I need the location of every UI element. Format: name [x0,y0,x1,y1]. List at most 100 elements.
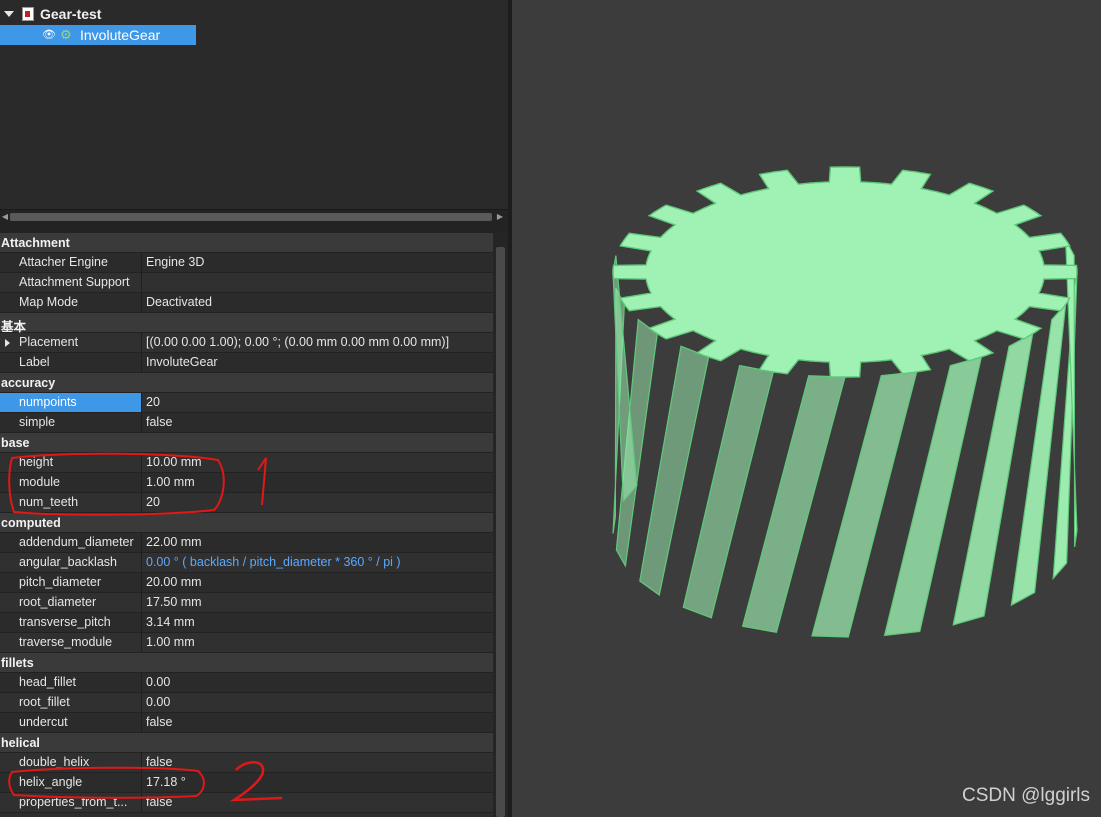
property-name: undercut [19,715,68,729]
gear-top-face [612,166,1078,378]
property-row[interactable]: simple false [0,413,493,433]
property-name: Placement [19,335,79,349]
property-value[interactable]: 20 [141,393,493,412]
property-row[interactable]: Map Mode Deactivated [0,293,493,313]
property-value[interactable]: Engine 3D [141,253,493,272]
property-name: module [19,475,60,489]
document-icon [22,6,34,21]
property-vertical-scrollbar[interactable] [493,233,508,817]
property-value[interactable]: false [141,793,493,812]
property-group-header[interactable]: fillets [0,653,493,673]
property-row[interactable]: pitch_diameter 20.00 mm [0,573,493,593]
model-tree: Gear-test 👁︎ ⚙ InvoluteGear [0,0,508,212]
property-row[interactable]: traverse_module 1.00 mm [0,633,493,653]
tree-item-document[interactable]: Gear-test [0,4,101,23]
property-name: pitch_diameter [19,575,101,589]
property-name: Attachment Support [19,275,130,289]
watermark: CSDN @lggirls [962,785,1091,806]
property-row[interactable]: root_fillet 0.00 [0,693,493,713]
property-row[interactable]: helix_angle 17.18 ° [0,773,493,793]
property-value[interactable]: 10.00 mm [141,453,493,472]
property-name: Map Mode [19,295,79,309]
property-row[interactable]: Attachment Support [0,273,493,293]
tree-horizontal-scrollbar[interactable]: ◀ ▶ [0,209,508,223]
property-value[interactable]: InvoluteGear [141,353,493,372]
property-value[interactable]: 22.00 mm [141,533,493,552]
splitter[interactable] [0,223,508,233]
group-label: helical [1,736,40,750]
property-value[interactable]: 20.00 mm [141,573,493,592]
gear-model[interactable] [512,0,1101,817]
property-group-header[interactable]: computed [0,513,493,533]
group-label: base [1,436,30,450]
tree-child-label: InvoluteGear [80,26,161,43]
property-value[interactable]: 17.50 mm [141,593,493,612]
property-row[interactable]: root_diameter 17.50 mm [0,593,493,613]
scroll-right-icon[interactable]: ▶ [496,212,504,222]
property-value[interactable]: 0.00 [141,673,493,692]
scroll-left-icon[interactable]: ◀ [1,212,9,222]
property-row[interactable]: num_teeth 20 [0,493,493,513]
property-name: addendum_diameter [19,535,134,549]
property-grid: Attachment Attacher Engine Engine 3D Attach… [0,233,493,817]
property-group-header[interactable]: accuracy [0,373,493,393]
property-value[interactable]: false [141,713,493,732]
property-value[interactable]: [(0.00 0.00 1.00); 0.00 °; (0.00 mm 0.00… [141,333,493,352]
property-group-header[interactable]: 基本 [0,313,493,334]
group-label: Attachment [1,236,70,250]
property-value[interactable]: 20 [141,493,493,512]
property-name: Attacher Engine [19,255,108,269]
property-name: root_diameter [19,595,97,609]
eye-icon[interactable]: 👁︎ [42,28,56,41]
property-value[interactable] [141,273,493,292]
property-row[interactable]: height 10.00 mm [0,453,493,473]
property-value[interactable]: false [141,753,493,772]
property-row[interactable]: Placement [(0.00 0.00 1.00); 0.00 °; (0.0… [0,333,493,353]
property-row[interactable]: Label InvoluteGear [0,353,493,373]
property-value[interactable]: 0.00 ° ( backlash / pitch_diameter * 360… [141,553,493,572]
property-row[interactable]: angular_backlash 0.00 ° ( backlash / pitc… [0,553,493,573]
property-name: helix_angle [19,775,83,789]
property-value[interactable]: 0.00 [141,693,493,712]
tree-item-involutegear[interactable]: 👁︎ ⚙ InvoluteGear [0,25,196,45]
property-name: properties_from_t... [19,795,128,809]
property-group-header[interactable]: base [0,433,493,453]
property-row[interactable]: module 1.00 mm [0,473,493,493]
property-name: traverse_module [19,635,113,649]
property-name: numpoints [0,393,141,412]
scrollbar-thumb[interactable] [496,247,505,817]
scrollbar-thumb[interactable] [10,213,492,221]
property-row[interactable]: undercut false [0,713,493,733]
property-row[interactable]: numpoints 20 [0,393,493,413]
property-name: root_fillet [19,695,70,709]
tree-root-label: Gear-test [40,5,102,22]
property-name: Label [19,355,50,369]
property-row[interactable]: addendum_diameter 22.00 mm [0,533,493,553]
group-label: computed [1,516,61,530]
property-row[interactable]: transverse_pitch 3.14 mm [0,613,493,633]
property-name: height [19,455,54,469]
group-label: fillets [1,656,34,670]
property-row[interactable]: properties_from_t... false [0,793,493,813]
collapse-arrow-icon[interactable] [4,10,14,17]
property-value[interactable]: Deactivated [141,293,493,312]
property-value[interactable]: 1.00 mm [141,633,493,652]
property-name: head_fillet [19,675,76,689]
property-row[interactable]: Attacher Engine Engine 3D [0,253,493,273]
property-row[interactable]: head_fillet 0.00 [0,673,493,693]
gear-icon: ⚙ [60,26,72,42]
property-group-header[interactable]: helical [0,733,493,753]
property-name: simple [19,415,56,429]
3d-view[interactable]: CSDN @lggirls [508,0,1101,817]
property-name: num_teeth [19,495,79,509]
property-value[interactable]: 1.00 mm [141,473,493,492]
property-name: double_helix [19,755,90,769]
property-row[interactable]: double_helix false [0,753,493,773]
property-group-header[interactable]: Attachment [0,233,493,253]
left-panel: Gear-test 👁︎ ⚙ InvoluteGear ◀ ▶ Attachme… [0,0,508,817]
property-name: angular_backlash [19,555,117,569]
property-value[interactable]: false [141,413,493,432]
property-value[interactable]: 3.14 mm [141,613,493,632]
property-value[interactable]: 17.18 ° [141,773,493,792]
property-name: transverse_pitch [19,615,111,629]
